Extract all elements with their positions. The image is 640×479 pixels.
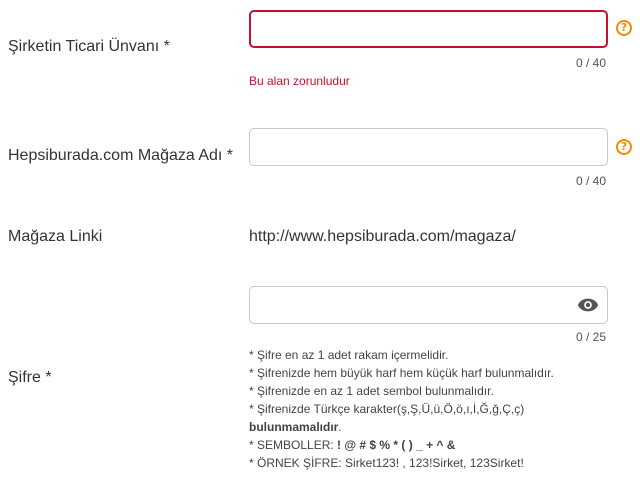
store-name-counter: 0 / 40 [575,174,606,188]
password-rule-bold: bulunmamalıdır [249,420,339,434]
password-rule: * ÖRNEK ŞİFRE: Sirket123! , 123!Sirket, … [249,456,524,470]
password-rules: * Şifre en az 1 adet rakam içermelidir. … [249,346,554,472]
password-rule: * Şifre en az 1 adet rakam içermelidir. [249,348,449,362]
password-field[interactable] [249,286,608,324]
password-counter: 0 / 25 [575,330,606,344]
store-link-value: http://www.hepsiburada.com/magaza/ [249,228,516,245]
password-rule: bulunmamalıdır. [249,418,554,436]
company-title-label: Şirketin Ticari Ünvanı * [8,38,170,55]
company-title-counter: 0 / 40 [575,56,606,70]
password-rule: * Şifrenizde hem büyük harf hem küçük ha… [249,366,554,380]
password-rule: * Şifrenizde en az 1 adet sembol bulunma… [249,384,494,398]
company-title-input[interactable] [249,10,608,48]
company-title-error: Bu alan zorunludur [249,74,350,88]
question-circle-icon[interactable]: ? [616,20,632,36]
password-rule: * SEMBOLLER: ! @ # $ % * ( ) _ + ^ & [249,436,554,454]
question-circle-icon[interactable]: ? [616,139,632,155]
password-rule-prefix: * SEMBOLLER: [249,438,338,452]
password-rule: * Şifrenizde Türkçe karakter(ş,Ş,Ü,ü,Ö,ö… [249,402,525,416]
password-rule-symbols: ! @ # $ % * ( ) _ + ^ & [337,438,456,452]
store-name-label: Hepsiburada.com Mağaza Adı * [8,147,234,164]
eye-icon[interactable] [577,297,599,313]
store-link-label: Mağaza Linki [8,228,103,245]
password-rule-period: . [338,420,342,434]
password-label: Şifre * [8,369,52,386]
store-name-input[interactable] [249,128,608,166]
